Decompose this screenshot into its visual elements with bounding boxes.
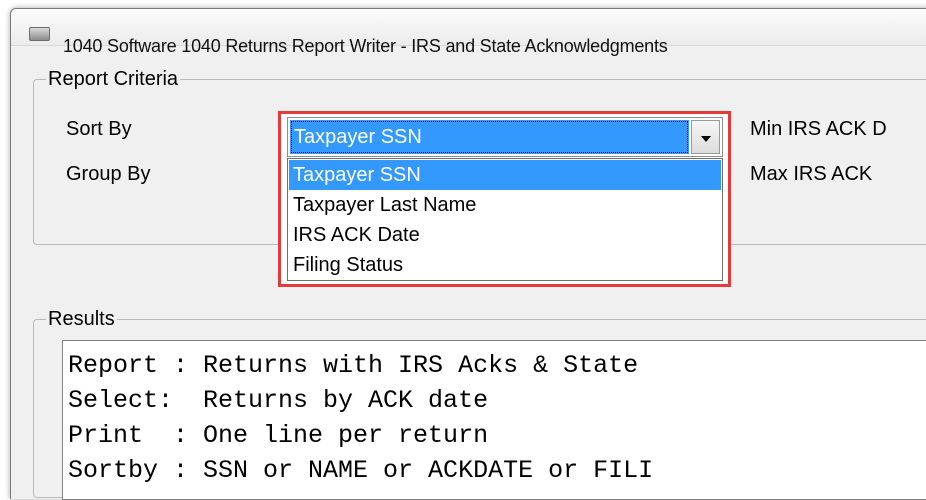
chevron-down-icon — [701, 136, 711, 142]
window-title: 1040 Software 1040 Returns Report Writer… — [63, 36, 668, 56]
results-line: Report : Returns with IRS Acks & State — [68, 351, 639, 380]
sort-by-combobox-value[interactable]: Taxpayer SSN — [290, 120, 689, 154]
app-icon — [29, 27, 50, 41]
results-textarea[interactable]: Report : Returns with IRS Acks & State S… — [62, 340, 926, 500]
dropdown-option-taxpayer-ssn[interactable]: Taxpayer SSN — [289, 160, 721, 190]
dropdown-option-filing-status[interactable]: Filing Status — [289, 250, 721, 280]
report-criteria-legend: Report Criteria — [48, 68, 179, 90]
group-by-label: Group By — [66, 163, 151, 185]
dropdown-button[interactable] — [691, 120, 720, 154]
max-irs-ack-label: Max IRS ACK — [750, 163, 873, 185]
dropdown-option-taxpayer-last-name[interactable]: Taxpayer Last Name — [289, 190, 721, 220]
results-line: Print : One line per return — [68, 421, 489, 450]
min-irs-ack-label: Min IRS ACK D — [750, 118, 887, 140]
sort-by-combobox[interactable]: Taxpayer SSN — [287, 117, 723, 157]
results-line: Sortby : SSN or NAME or ACKDATE or FILI — [68, 456, 654, 485]
sort-by-label: Sort By — [66, 118, 132, 140]
results-line: Select: Returns by ACK date — [68, 386, 489, 415]
results-legend: Results — [48, 308, 115, 330]
sort-by-dropdown-list: Taxpayer SSN Taxpayer Last Name IRS ACK … — [287, 158, 723, 281]
title-bar: 1040 Software 1040 Returns Report Writer… — [11, 9, 926, 56]
dropdown-option-irs-ack-date[interactable]: IRS ACK Date — [289, 220, 721, 250]
